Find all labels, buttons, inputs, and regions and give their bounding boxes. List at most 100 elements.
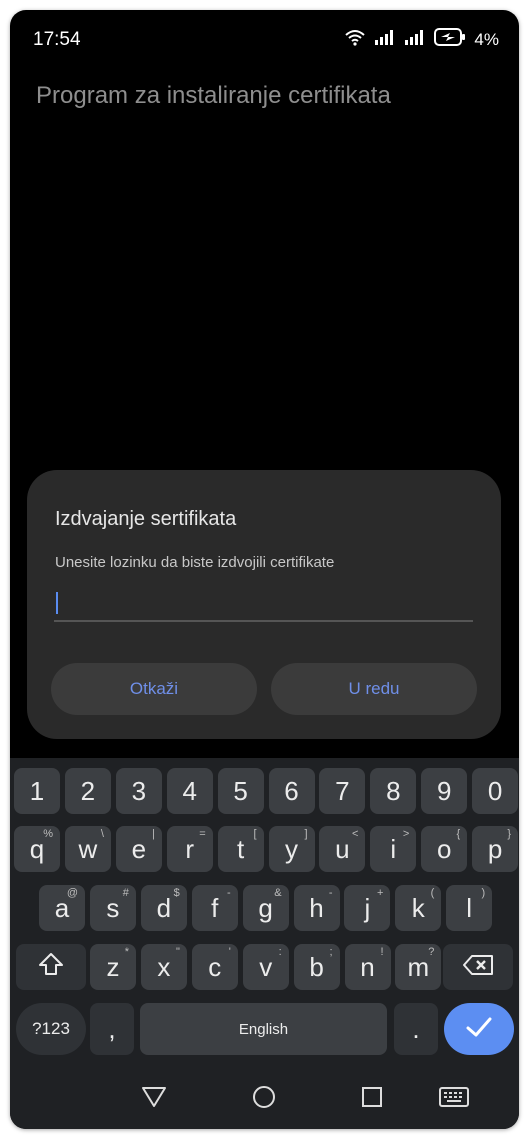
key-hint: [ [253, 828, 257, 840]
battery-percent: 4% [474, 29, 499, 49]
key-label: q [29, 833, 45, 864]
letter-row-2: a @ s # d $ f - g & h - j + k(l) [10, 885, 519, 933]
key-hint: | [151, 828, 155, 840]
key-t[interactable]: t[ [217, 826, 264, 872]
key-label: p [487, 833, 503, 864]
key-v[interactable]: v: [242, 944, 289, 990]
enter-key[interactable] [444, 1003, 514, 1055]
keyboard-icon [439, 1086, 469, 1113]
key-a[interactable]: a @ [39, 885, 85, 931]
key-f[interactable]: f- [191, 885, 238, 931]
ok-button[interactable]: U redu [271, 663, 477, 715]
key-h[interactable]: h- [293, 885, 340, 931]
key-9[interactable]: 9 [421, 768, 468, 814]
key-hint: - [328, 887, 333, 899]
key-j[interactable]: j + [344, 885, 391, 931]
key-label: w [78, 833, 98, 864]
app-title: Program za instaliranje certifikata [36, 82, 391, 109]
phone-screen: 1 7: 54 4% Program za instaliranje certifi… [10, 10, 519, 1129]
keyboard-switch-button[interactable] [434, 1081, 474, 1117]
key-1[interactable]: 1 [14, 768, 60, 814]
key-hint: { [456, 828, 461, 840]
key-d[interactable]: d $ [140, 885, 187, 931]
key-8[interactable]: 8 [370, 768, 417, 814]
key-u[interactable]: u < [319, 826, 366, 872]
key-n[interactable]: n! [344, 944, 391, 990]
key-hint: : [278, 946, 282, 958]
key-hint: $ [173, 887, 180, 899]
password-input[interactable] [54, 588, 473, 622]
key-5[interactable]: 5 [217, 768, 264, 814]
key-hint: ] [304, 828, 308, 840]
key-label: x [157, 951, 171, 982]
dialog-title: Izdvajanje sertifikata [55, 508, 237, 530]
number-row: 1 2 3 4 5 6 7 8 9 0 [10, 768, 519, 816]
home-button[interactable] [244, 1081, 284, 1117]
wifi-icon [344, 28, 366, 51]
key-g[interactable]: g & [242, 885, 289, 931]
key-hint: ' [228, 946, 231, 958]
key-label: f [211, 892, 219, 923]
key-o[interactable]: o{ [421, 826, 468, 872]
key-hint: * [124, 946, 129, 958]
signal-icon [374, 29, 396, 50]
key-l[interactable]: l) [446, 885, 493, 931]
comma-key[interactable]: , [90, 1003, 134, 1055]
home-circle-icon [251, 1084, 277, 1115]
key-label: i [390, 833, 397, 864]
key-i[interactable]: i > [370, 826, 417, 872]
key-3[interactable]: 3 [115, 768, 162, 814]
key-hint: } [507, 828, 512, 840]
key-label: n [360, 951, 375, 982]
key-label: e [131, 833, 147, 864]
extract-certificate-dialog: Izdvajanje sertifikata Unesite lozinku d… [27, 470, 501, 739]
key-label: o [436, 833, 452, 864]
key-0[interactable]: 0 [472, 768, 519, 814]
key-2[interactable]: 2 [64, 768, 111, 814]
signal-icon-2 [404, 29, 426, 50]
key-6[interactable]: 6 [268, 768, 315, 814]
backspace-key[interactable] [443, 944, 513, 990]
shift-key[interactable] [16, 944, 86, 990]
key-label: 1 [29, 775, 45, 806]
key-hint: = [199, 828, 206, 840]
letter-row-3: z * x " c ' v: b; n! m? [10, 944, 519, 992]
key-c[interactable]: c ' [191, 944, 238, 990]
symbols-key[interactable]: ?123 [16, 1003, 86, 1055]
key-label: 3 [131, 775, 147, 806]
recents-button[interactable] [352, 1081, 392, 1117]
key-q[interactable]: q% [14, 826, 60, 872]
key-hint: ? [428, 946, 435, 958]
key-b[interactable]: b; [293, 944, 340, 990]
key-s[interactable]: s # [89, 885, 136, 931]
cancel-button[interactable]: Otkaži [51, 663, 257, 715]
soft-keyboard: 1234567890 q% w \ e | r = t[y] u < i > o{p} a @ s # d $ f -… [10, 758, 519, 1069]
key-hint: ( [430, 887, 435, 899]
key-p[interactable]: p} [472, 826, 519, 872]
space-key[interactable]: English [140, 1003, 387, 1055]
key-hint: ; [329, 946, 333, 958]
key-label: 5 [233, 775, 248, 806]
key-label: v [259, 951, 273, 982]
back-button[interactable] [134, 1081, 174, 1117]
key-e[interactable]: e | [115, 826, 162, 872]
period-key[interactable]: . [394, 1003, 438, 1055]
key-hint: & [274, 887, 282, 899]
key-7[interactable]: 7 [319, 768, 366, 814]
key-r[interactable]: r = [166, 826, 213, 872]
key-hint: # [122, 887, 129, 899]
key-4[interactable]: 4 [166, 768, 213, 814]
key-x[interactable]: x " [140, 944, 187, 990]
key-k[interactable]: k( [395, 885, 442, 931]
key-label: z [106, 951, 120, 982]
key-y[interactable]: y] [268, 826, 315, 872]
battery-charging-icon [434, 28, 466, 51]
key-hint: > [402, 828, 410, 840]
key-label: 2 [80, 775, 96, 806]
key-m[interactable]: m? [395, 944, 442, 990]
backspace-icon [462, 952, 494, 983]
key-z[interactable]: z * [90, 944, 136, 990]
back-triangle-icon [141, 1086, 167, 1113]
key-w[interactable]: w \ [64, 826, 111, 872]
key-label: t [236, 833, 245, 864]
